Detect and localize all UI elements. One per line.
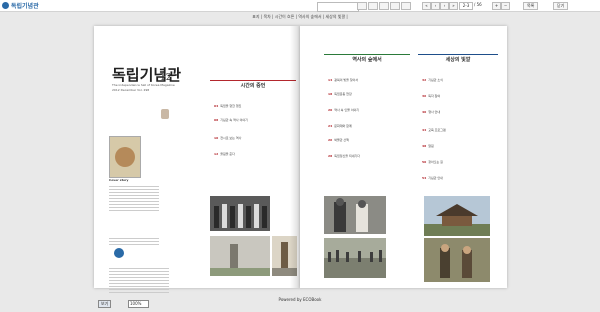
zoom-select[interactable]: 100% bbox=[128, 300, 149, 308]
cover-story-text bbox=[109, 184, 159, 213]
top-toolbar: 독립기념관 « ‹ › » 2-3 / 56 + − 목록 닫기 bbox=[0, 0, 600, 12]
toc-entry[interactable]: 54 기념관 안내 bbox=[422, 176, 443, 180]
bookmark-icon[interactable] bbox=[390, 2, 400, 10]
prev-page-icon[interactable]: ‹ bbox=[431, 2, 440, 10]
first-page-icon[interactable]: « bbox=[422, 2, 431, 10]
list-button[interactable]: 목록 bbox=[523, 2, 539, 10]
column-rule-2 bbox=[324, 54, 410, 55]
toc-entry[interactable]: 14 광복의 빛을 찾아서 bbox=[328, 78, 358, 82]
page-number-input[interactable]: 2-3 bbox=[459, 2, 473, 10]
zoom-out-icon[interactable]: − bbox=[501, 2, 510, 10]
crowd-photo bbox=[324, 238, 386, 278]
toc-entry[interactable]: 10 전시로 보는 역사 bbox=[214, 136, 241, 140]
institution-logo bbox=[114, 248, 124, 258]
toc-entry[interactable]: 50 찾아오는 길 bbox=[422, 160, 443, 164]
cover-image bbox=[109, 136, 141, 178]
toc-entry[interactable]: 24 문화재와 함께 bbox=[328, 124, 352, 128]
toc-entry[interactable]: 12 울림을 준다 bbox=[214, 152, 235, 156]
zoom-in-icon[interactable]: + bbox=[492, 2, 501, 10]
mail-icon[interactable] bbox=[401, 2, 411, 10]
right-page: 역사의 숲에서 14 광복의 빛을 찾아서 18 독립운동 현장 20 역사 속 인물… bbox=[300, 26, 507, 288]
toc-entry[interactable]: 20 역사 속 인물 이야기 bbox=[328, 108, 359, 112]
column-title-3: 세상의 빛깔 bbox=[445, 57, 471, 63]
column-title-1: 시간의 증언 bbox=[240, 83, 266, 89]
next-page-icon[interactable]: › bbox=[440, 2, 449, 10]
colophon-text bbox=[109, 266, 169, 295]
toc-entry[interactable]: 26 박물관 산책 bbox=[328, 138, 349, 142]
left-page: 독립기념관 The independence hall of Korea Mag… bbox=[94, 26, 300, 293]
print-icon[interactable] bbox=[368, 2, 378, 10]
app-logo[interactable]: 독립기념관 bbox=[2, 1, 39, 10]
seal-image bbox=[115, 147, 135, 167]
column-title-2: 역사의 숲에서 bbox=[352, 57, 382, 63]
pavilion-photo bbox=[424, 196, 490, 236]
column-rule-3 bbox=[418, 54, 498, 55]
save-icon[interactable] bbox=[379, 2, 389, 10]
close-button[interactable]: 닫기 bbox=[553, 2, 569, 10]
toc-entry[interactable]: 36 독자 참여 bbox=[422, 94, 440, 98]
toc-entry[interactable]: 28 독립정신을 되새기다 bbox=[328, 154, 360, 158]
toc-entry[interactable]: 40 행사 안내 bbox=[422, 110, 440, 114]
search-icon[interactable] bbox=[357, 2, 367, 10]
people-photo bbox=[424, 238, 490, 282]
monument-photo bbox=[210, 236, 270, 276]
toc-entry[interactable]: 32 기념관 소식 bbox=[422, 78, 443, 82]
issue-line: 2012 December Vol. 298 bbox=[112, 88, 150, 92]
toc-entry[interactable]: 48 알림 bbox=[422, 144, 434, 148]
logo-text: 독립기념관 bbox=[11, 3, 39, 10]
toc-entry[interactable]: 44 교육 프로그램 bbox=[422, 128, 446, 132]
toc-entry[interactable]: 18 독립운동 현장 bbox=[328, 92, 352, 96]
notice-text bbox=[109, 236, 159, 247]
column-rule-1 bbox=[210, 80, 296, 81]
group-photo bbox=[210, 196, 270, 231]
portrait-photo bbox=[324, 196, 386, 234]
emblem-image bbox=[161, 109, 169, 119]
issue-number: 12 bbox=[160, 73, 172, 83]
logo-mark-icon bbox=[2, 2, 9, 9]
page-total: / 56 bbox=[474, 2, 482, 7]
breadcrumb[interactable]: 표지 | 목차 | 시간이 흐른 | 역사의 숲에서 | 세상의 빛깔 | bbox=[0, 14, 600, 20]
magazine-subtitle: The independence hall of Korea Magazine bbox=[112, 83, 175, 87]
footer-credit: Powered by ECOBook bbox=[278, 297, 322, 302]
last-page-icon[interactable]: » bbox=[449, 2, 458, 10]
toc-entry[interactable]: 04 독립을 향한 행진 bbox=[214, 104, 241, 108]
search-input[interactable] bbox=[317, 2, 359, 12]
cover-story-label: Cover story bbox=[109, 178, 129, 182]
toc-entry[interactable]: 08 기념관 속 역사 이야기 bbox=[214, 118, 248, 122]
zoom-button[interactable]: 보기 bbox=[98, 300, 112, 308]
